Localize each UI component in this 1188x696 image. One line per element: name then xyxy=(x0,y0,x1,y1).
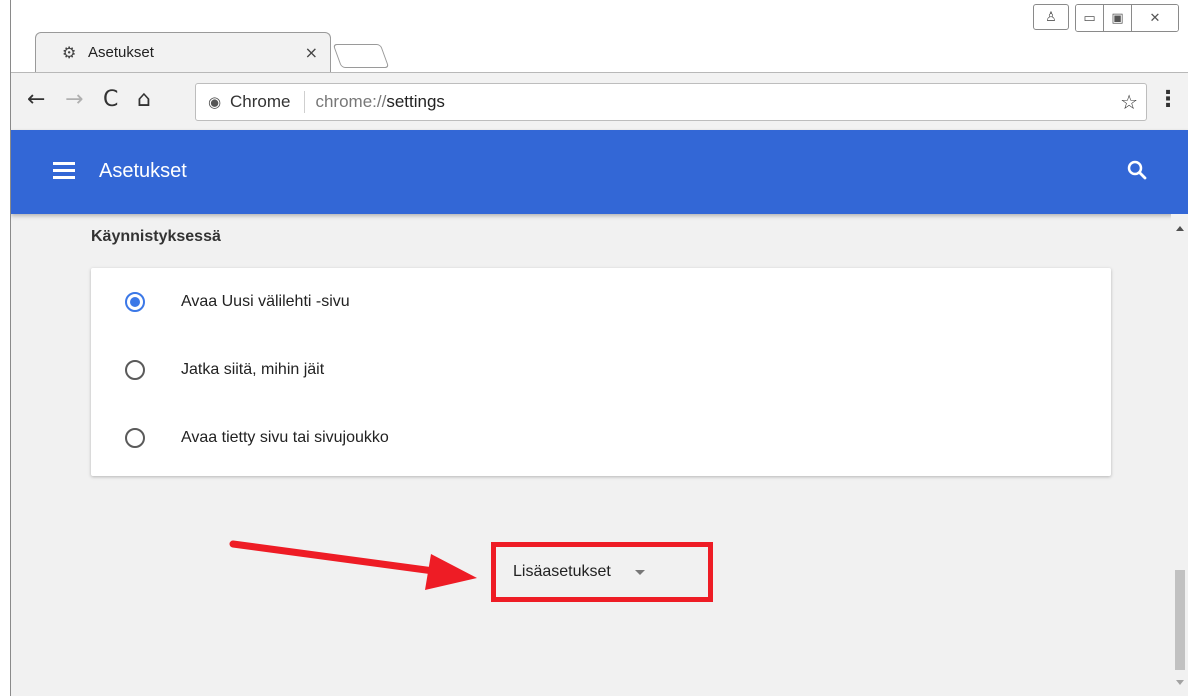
site-chip-label: Chrome xyxy=(230,92,291,111)
more-menu-icon[interactable]: ⋮ xyxy=(1157,87,1179,112)
url-scheme: chrome:// xyxy=(315,92,387,111)
new-tab-button[interactable] xyxy=(332,44,390,68)
tab-title: Asetukset xyxy=(88,44,154,61)
close-tab-icon[interactable]: × xyxy=(305,43,318,62)
page-scrollbar[interactable] xyxy=(1171,214,1188,696)
search-icon[interactable] xyxy=(1125,158,1149,182)
page-title: Asetukset xyxy=(99,160,187,182)
window-controls: ♙ ▭ ▣ ✕ xyxy=(1033,4,1179,32)
section-title-startup: Käynnistyksessä xyxy=(91,228,221,245)
browser-toolbar: ← → C ⌂ ◉ Chrome chrome:// settings ☆ ⋮ xyxy=(11,72,1188,130)
radio-option-new-tab[interactable]: Avaa Uusi välilehti -sivu xyxy=(91,272,1111,332)
title-bar: ♙ ▭ ▣ ✕ ⚙ Asetukset × xyxy=(11,0,1188,72)
chrome-logo-icon: ◉ xyxy=(208,93,222,111)
startup-options-card: Avaa Uusi välilehti -sivu Jatka siitä, m… xyxy=(91,268,1111,476)
minimize-button[interactable]: ▭ xyxy=(1076,5,1104,31)
user-profile-button[interactable]: ♙ xyxy=(1033,4,1069,30)
radio-option-continue[interactable]: Jatka siitä, mihin jäit xyxy=(91,340,1111,400)
restore-button[interactable]: ▣ xyxy=(1104,5,1132,31)
window-button-group: ▭ ▣ ✕ xyxy=(1075,4,1179,32)
reload-icon[interactable]: C xyxy=(103,87,118,113)
scrollbar-thumb[interactable] xyxy=(1175,570,1185,670)
bookmark-star-icon[interactable]: ☆ xyxy=(1120,90,1138,114)
gear-icon: ⚙ xyxy=(62,43,77,62)
back-arrow-icon[interactable]: ← xyxy=(27,87,45,113)
annotation-arrow-icon xyxy=(229,540,477,590)
hamburger-menu-icon[interactable] xyxy=(53,162,75,180)
browser-window: ♙ ▭ ▣ ✕ ⚙ Asetukset × ← → C ⌂ ◉ Chrome c… xyxy=(10,0,1188,696)
home-icon[interactable]: ⌂ xyxy=(137,87,151,113)
radio-button[interactable] xyxy=(125,428,145,448)
scroll-down-arrow-icon[interactable] xyxy=(1176,680,1184,685)
advanced-settings-label: Lisäasetukset xyxy=(513,563,611,580)
radio-button[interactable] xyxy=(125,360,145,380)
forward-arrow-icon[interactable]: → xyxy=(65,87,83,113)
settings-content: Käynnistyksessä Avaa Uusi välilehti -siv… xyxy=(11,214,1171,696)
advanced-settings-button[interactable]: Lisäasetukset xyxy=(501,550,701,594)
radio-button-selected[interactable] xyxy=(125,292,145,312)
radio-label: Avaa Uusi välilehti -sivu xyxy=(181,293,350,310)
close-window-button[interactable]: ✕ xyxy=(1132,5,1178,31)
radio-label: Avaa tietty sivu tai sivujoukko xyxy=(181,429,389,446)
settings-header: Asetukset xyxy=(11,130,1188,214)
tab-settings[interactable]: ⚙ Asetukset × xyxy=(35,32,331,72)
caret-down-icon xyxy=(634,569,645,575)
omnibox-separator xyxy=(304,91,306,113)
address-bar[interactable]: ◉ Chrome chrome:// settings ☆ xyxy=(195,83,1147,121)
scroll-up-arrow-icon[interactable] xyxy=(1176,226,1184,231)
radio-option-specific-pages[interactable]: Avaa tietty sivu tai sivujoukko xyxy=(91,408,1111,468)
radio-label: Jatka siitä, mihin jäit xyxy=(181,361,325,378)
url-path: settings xyxy=(386,92,445,111)
